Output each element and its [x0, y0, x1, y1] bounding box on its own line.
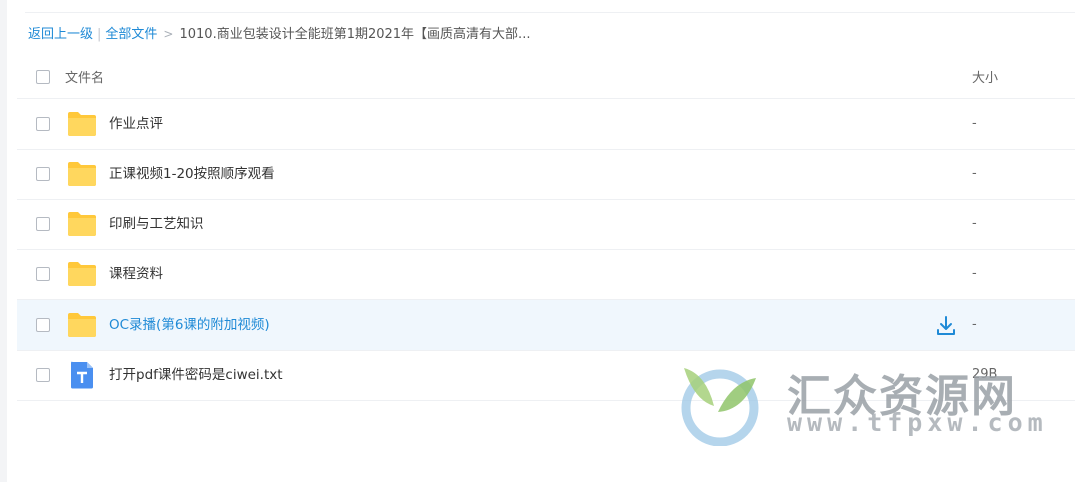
watermark-logo-icon — [681, 368, 759, 446]
folder-icon — [68, 262, 96, 286]
file-row[interactable]: 印刷与工艺知识 - — [17, 199, 1075, 250]
file-name[interactable]: 打开pdf课件密码是ciwei.txt — [109, 365, 283, 385]
row-checkbox[interactable] — [36, 117, 50, 131]
file-size: - — [972, 317, 977, 332]
file-row[interactable]: 正课视频1-20按照顺序观看 - — [17, 149, 1075, 200]
file-size: - — [972, 166, 977, 181]
current-folder-title: 1010.商业包装设计全能班第1期2021年【画质高清有大部... — [179, 27, 531, 42]
watermark-url: www.tfpxw.com — [787, 408, 1048, 437]
back-link[interactable]: 返回上一级 — [28, 27, 93, 42]
folder-icon — [68, 112, 96, 136]
row-checkbox[interactable] — [36, 167, 50, 181]
file-size: - — [972, 266, 977, 281]
list-header: 文件名 大小 — [17, 56, 1075, 99]
all-files-link[interactable]: 全部文件 — [105, 27, 157, 42]
text-file-icon — [71, 361, 93, 389]
row-checkbox[interactable] — [36, 368, 50, 382]
file-name[interactable]: OC录播(第6课的附加视频) — [109, 315, 270, 335]
folder-icon — [68, 313, 96, 337]
file-size: - — [972, 116, 977, 131]
download-icon[interactable] — [935, 315, 957, 337]
row-checkbox[interactable] — [36, 267, 50, 281]
row-checkbox[interactable] — [36, 217, 50, 231]
folder-icon — [68, 212, 96, 236]
file-name[interactable]: 正课视频1-20按照顺序观看 — [109, 164, 275, 184]
file-row[interactable]: 作业点评 - — [17, 99, 1075, 150]
row-checkbox[interactable] — [36, 318, 50, 332]
breadcrumb: 返回上一级 | 全部文件 >1010.商业包装设计全能班第1期2021年【画质高清有大… — [28, 24, 530, 44]
watermark: 汇众资源网 www.tfpxw.com — [672, 356, 1052, 446]
file-row[interactable]: OC录播(第6课的附加视频) - — [17, 300, 1075, 351]
folder-icon — [68, 162, 96, 186]
name-column-header[interactable]: 文件名 — [65, 67, 104, 86]
top-divider — [25, 12, 1075, 13]
file-name[interactable]: 作业点评 — [109, 114, 163, 134]
file-row[interactable]: 课程资料 - — [17, 249, 1075, 300]
breadcrumb-arrow-icon: > — [163, 27, 174, 41]
breadcrumb-separator: | — [97, 27, 102, 42]
file-name[interactable]: 印刷与工艺知识 — [109, 214, 204, 234]
file-size: - — [972, 216, 977, 231]
select-all-checkbox[interactable] — [36, 70, 50, 84]
file-name[interactable]: 课程资料 — [109, 264, 163, 284]
size-column-header[interactable]: 大小 — [972, 67, 998, 86]
